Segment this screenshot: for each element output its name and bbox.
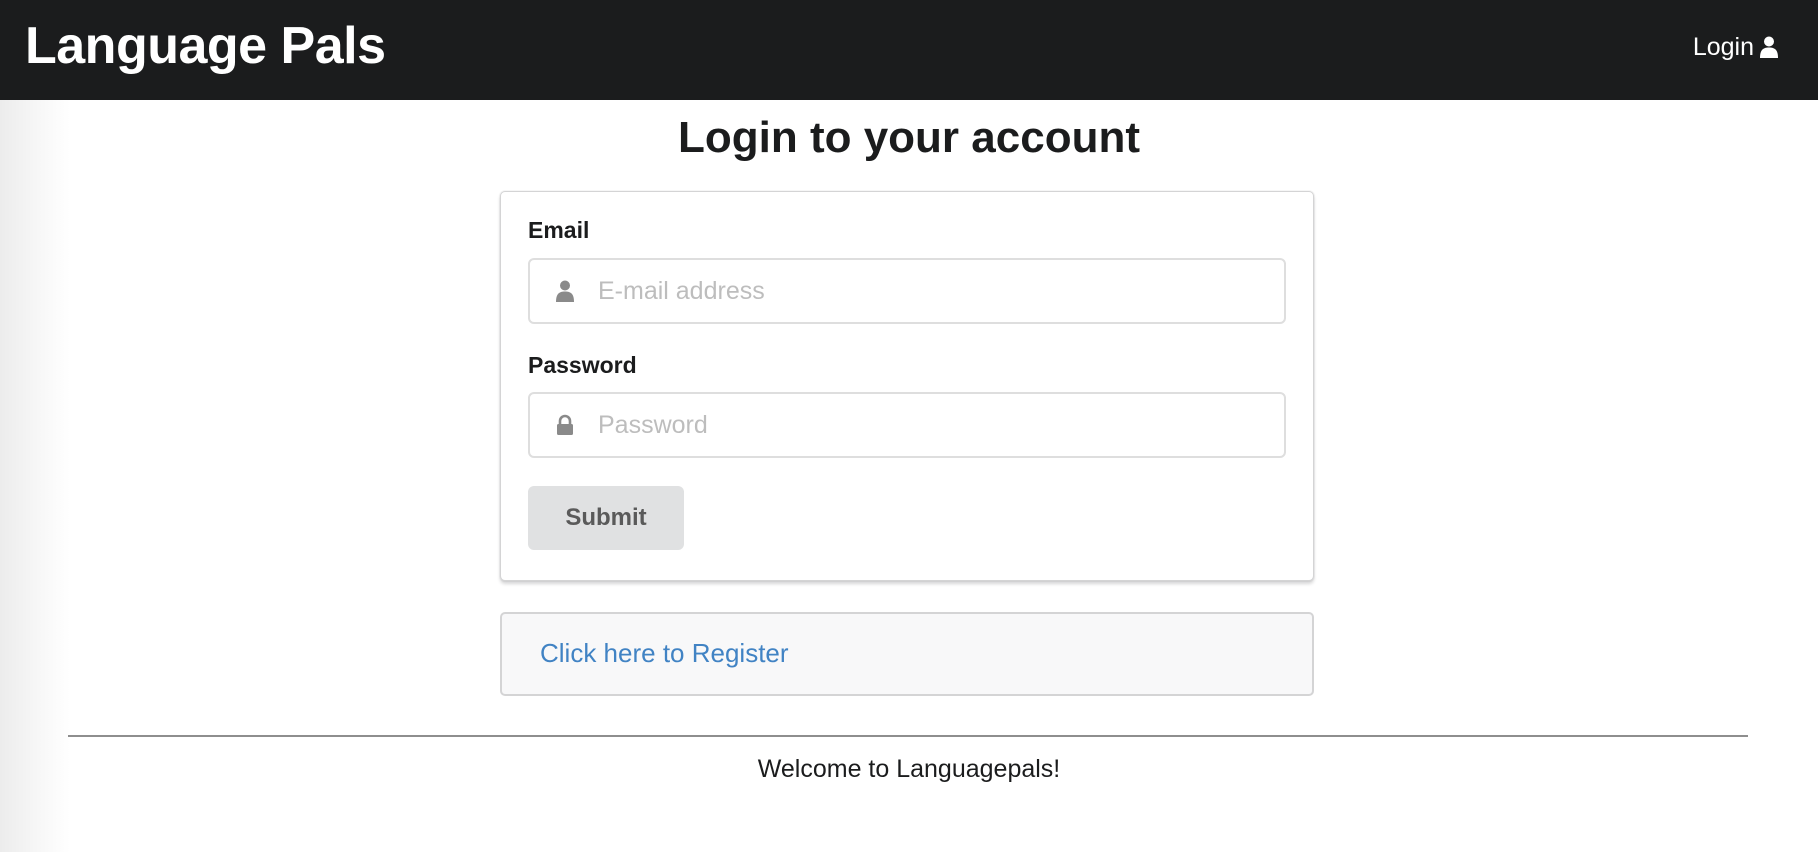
email-input[interactable] [598,276,1278,306]
password-input[interactable] [598,410,1278,440]
user-icon [1760,36,1778,58]
submit-button[interactable]: Submit [528,486,684,550]
top-navbar: Language Pals Login [0,0,1818,100]
lock-icon [550,414,580,436]
register-link[interactable]: Click here to Register [540,638,789,669]
email-field[interactable] [528,258,1286,324]
brand-logo-text[interactable]: Language Pals [25,14,386,78]
page-title: Login to your account [678,113,1140,162]
footer-divider [68,735,1748,737]
login-form: Email Password Submit [500,191,1314,581]
nav-login-link[interactable]: Login [1693,30,1778,64]
page-side-shade [0,100,70,852]
user-icon [550,280,580,302]
register-message-box: Click here to Register [500,612,1314,696]
password-field[interactable] [528,392,1286,458]
nav-login-label: Login [1692,32,1754,61]
email-label: Email [528,217,590,243]
footer-welcome-text: Welcome to Languagepals! [757,755,1061,783]
password-label: Password [528,352,637,378]
